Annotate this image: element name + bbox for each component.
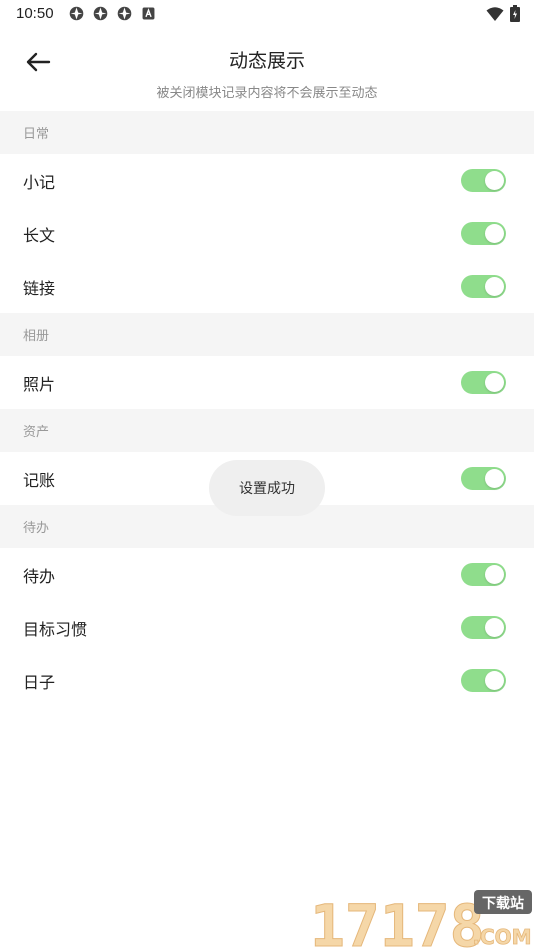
page-subtitle: 被关闭模块记录内容将不会展示至动态: [156, 86, 378, 101]
toggle-knob: [485, 565, 504, 584]
page-title: 动态展示: [228, 50, 305, 72]
status-right-icons: [486, 5, 520, 22]
svg-text:17178: 17178: [310, 892, 485, 950]
link-toggle[interactable]: [461, 275, 506, 298]
setting-label: 链接: [23, 278, 56, 298]
toggle-knob: [485, 618, 504, 637]
toggle-knob: [485, 671, 504, 690]
section-header-assets: 资产: [0, 409, 534, 452]
settings-list: 日常 小记 长文 链接 相册 照片 资产 记账 待办 待办 目标习惯 日子: [0, 111, 534, 707]
status-notification-icons: [68, 5, 157, 22]
setting-row-days: 日子: [0, 654, 534, 707]
setting-label: 记账: [23, 470, 56, 490]
days-toggle[interactable]: [461, 669, 506, 692]
bookkeeping-toggle[interactable]: [461, 467, 506, 490]
setting-label: 长文: [23, 225, 56, 245]
toggle-knob: [485, 277, 504, 296]
toggle-knob: [485, 373, 504, 392]
app-notification-icon: [117, 6, 132, 21]
app-notification-icon: [69, 6, 84, 21]
a-badge-icon: [142, 7, 155, 20]
setting-label: 日子: [23, 672, 56, 692]
toast-message: 设置成功: [209, 460, 325, 516]
watermark-logo: 17178 下载站 .COM: [304, 888, 534, 950]
setting-row-goal-habit: 目标习惯: [0, 601, 534, 654]
goal-habit-toggle[interactable]: [461, 616, 506, 639]
toggle-knob: [485, 469, 504, 488]
setting-label: 待办: [23, 566, 56, 586]
status-bar: 10:50: [0, 0, 534, 28]
article-toggle[interactable]: [461, 222, 506, 245]
setting-row-link: 链接: [0, 260, 534, 313]
status-time: 10:50: [16, 5, 54, 22]
site-logo-graphic: 17178 下载站 .COM: [310, 890, 532, 950]
header: 动态展示 被关闭模块记录内容将不会展示至动态: [0, 28, 534, 111]
wifi-icon: [486, 6, 504, 21]
section-header-album: 相册: [0, 313, 534, 356]
app-notification-icon: [93, 6, 108, 21]
setting-label: 照片: [23, 374, 56, 394]
toggle-knob: [485, 171, 504, 190]
section-header-daily: 日常: [0, 111, 534, 154]
setting-row-note: 小记: [0, 154, 534, 207]
setting-row-photo: 照片: [0, 356, 534, 409]
svg-text:.COM: .COM: [472, 925, 531, 949]
toggle-knob: [485, 224, 504, 243]
setting-row-article: 长文: [0, 207, 534, 260]
note-toggle[interactable]: [461, 169, 506, 192]
setting-label: 小记: [23, 172, 56, 192]
todo-toggle[interactable]: [461, 563, 506, 586]
svg-text:下载站: 下载站: [482, 895, 524, 912]
setting-label: 目标习惯: [23, 619, 88, 639]
setting-row-todo: 待办: [0, 548, 534, 601]
photo-toggle[interactable]: [461, 371, 506, 394]
battery-icon: [510, 5, 520, 22]
